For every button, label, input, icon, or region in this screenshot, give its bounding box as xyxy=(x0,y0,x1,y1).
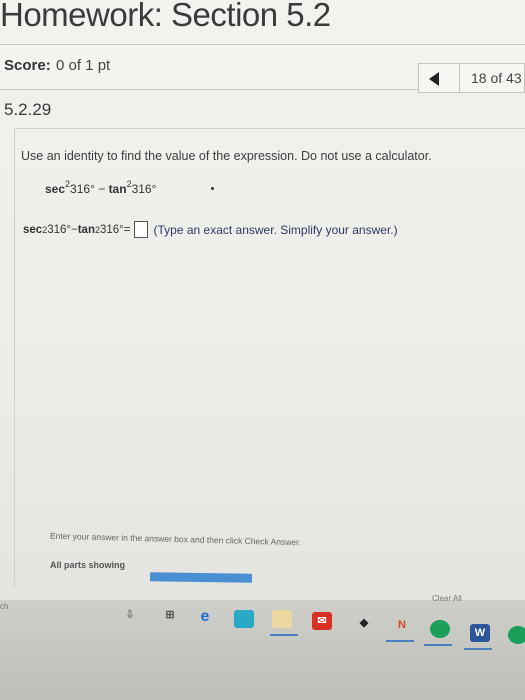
score-bar: Score: 0 of 1 pt 18 of 43 xyxy=(0,44,525,93)
previous-question-icon[interactable] xyxy=(429,72,439,86)
taskbar-active-underline xyxy=(386,640,414,642)
parts-status: All parts showing xyxy=(50,560,126,570)
app-icon[interactable] xyxy=(508,626,525,644)
homework-page: Homework: Section 5.2 Score: 0 of 1 pt 1… xyxy=(0,0,525,640)
chrome-icon[interactable] xyxy=(430,620,450,638)
question-navigator: 18 of 43 xyxy=(418,63,525,93)
answer-tan-angle: 316° xyxy=(99,223,124,236)
taskbar-active-underline xyxy=(270,634,298,636)
given-expression: sec2316° − tan2316° xyxy=(45,179,156,196)
clear-all-button[interactable]: Clear All xyxy=(432,594,462,603)
sec-angle: 316° xyxy=(70,182,95,196)
taskbar-active-underline xyxy=(464,648,492,650)
answer-input[interactable] xyxy=(133,221,148,238)
period-dot xyxy=(211,187,214,190)
problem-id: 5.2.29 xyxy=(4,100,52,119)
instruction-text: Use an identity to find the value of the… xyxy=(21,149,432,163)
store-icon[interactable] xyxy=(234,610,254,628)
answer-hint: (Type an exact answer. Simplify your ans… xyxy=(153,222,398,237)
answer-sec-angle: 316° xyxy=(47,223,71,236)
office-icon[interactable]: N xyxy=(392,616,412,634)
question-counter[interactable]: 18 of 43 xyxy=(471,70,522,86)
task-view-icon[interactable]: ⊞ xyxy=(160,606,180,624)
nav-divider xyxy=(459,64,460,92)
edge-icon[interactable]: e xyxy=(195,608,215,626)
answer-tan-fn: tan xyxy=(77,223,95,236)
tan-angle: 316° xyxy=(131,182,157,196)
page-title: Homework: Section 5.2 xyxy=(0,0,331,33)
mail-icon[interactable]: ✉ xyxy=(312,612,332,630)
download-icon[interactable]: ⇩ xyxy=(120,606,140,624)
minus-sign: − xyxy=(94,182,109,196)
question-panel: Use an identity to find the value of the… xyxy=(14,128,525,588)
sec-fn: sec xyxy=(45,182,66,196)
file-explorer-icon[interactable] xyxy=(272,610,292,628)
tan-fn: tan xyxy=(108,182,127,196)
equals-sign: = xyxy=(123,223,131,236)
taskbar-active-underline xyxy=(424,644,452,646)
photos-icon[interactable]: ◆ xyxy=(354,614,374,632)
answer-line: sec 2 316° − tan 2 316° = (Type an exact ans… xyxy=(23,221,398,238)
answer-sec-fn: sec xyxy=(23,223,43,236)
score-value: 0 of 1 pt xyxy=(56,57,111,74)
answer-minus-sign: − xyxy=(71,223,78,236)
word-icon[interactable]: W xyxy=(470,624,490,642)
progress-bar xyxy=(149,572,253,583)
score-label: Score: xyxy=(4,57,51,74)
taskbar: ch Clear All ⇩ ⊞ e ✉ ◆ N W xyxy=(0,594,525,700)
taskbar-search-text[interactable]: ch xyxy=(0,602,8,611)
